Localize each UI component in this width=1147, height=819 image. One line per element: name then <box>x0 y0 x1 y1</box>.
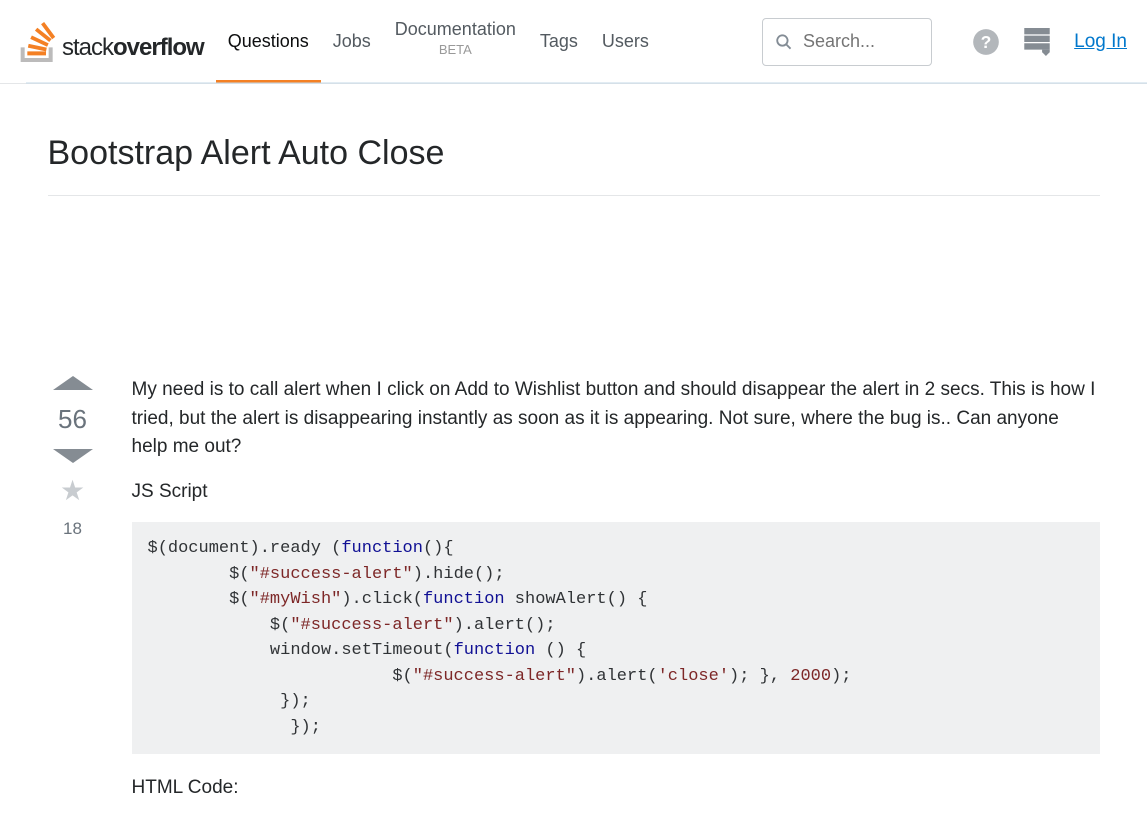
search-icon <box>775 31 793 53</box>
post-body: My need is to call alert when I click on… <box>132 376 1100 819</box>
favorite-count: 18 <box>63 519 82 539</box>
vote-cell: 56 ★ 18 <box>48 376 98 819</box>
code-block-js: $(document).ready (function(){ $("#succe… <box>132 522 1100 754</box>
help-icon[interactable]: ? <box>972 28 1000 56</box>
nav-documentation[interactable]: Documentation <box>395 19 516 40</box>
stackoverflow-icon <box>20 22 56 62</box>
vote-count: 56 <box>58 404 87 435</box>
nav-tags[interactable]: Tags <box>540 1 578 82</box>
svg-text:?: ? <box>981 31 992 51</box>
nav-questions[interactable]: Questions <box>228 1 309 82</box>
question-paragraph: My need is to call alert when I click on… <box>132 376 1100 462</box>
content: Bootstrap Alert Auto Close 56 ★ 18 My ne… <box>24 84 1124 819</box>
nav-jobs[interactable]: Jobs <box>333 1 371 82</box>
question-title: Bootstrap Alert Auto Close <box>48 134 1100 173</box>
downvote-button[interactable] <box>53 449 93 463</box>
login-link[interactable]: Log In <box>1074 31 1127 53</box>
search-box[interactable] <box>762 18 932 66</box>
nav-docs-wrap: Documentation BETA <box>395 1 516 57</box>
inbox-icon[interactable] <box>1024 28 1050 56</box>
favorite-button[interactable]: ★ <box>60 477 85 505</box>
logo-text: stackoverflow <box>62 34 204 62</box>
beta-badge: BETA <box>439 42 472 57</box>
logo[interactable]: stackoverflow <box>20 22 204 62</box>
nav-users[interactable]: Users <box>602 1 649 82</box>
js-heading: JS Script <box>132 478 1100 507</box>
search-input[interactable] <box>803 31 919 52</box>
topbar: stackoverflow Questions Jobs Documentati… <box>0 0 1147 84</box>
title-row: Bootstrap Alert Auto Close <box>48 84 1100 196</box>
upvote-button[interactable] <box>53 376 93 390</box>
html-heading: HTML Code: <box>132 774 1100 803</box>
main-nav: Questions Jobs Documentation BETA Tags U… <box>228 1 649 82</box>
question-body-row: 56 ★ 18 My need is to call alert when I … <box>48 196 1100 819</box>
